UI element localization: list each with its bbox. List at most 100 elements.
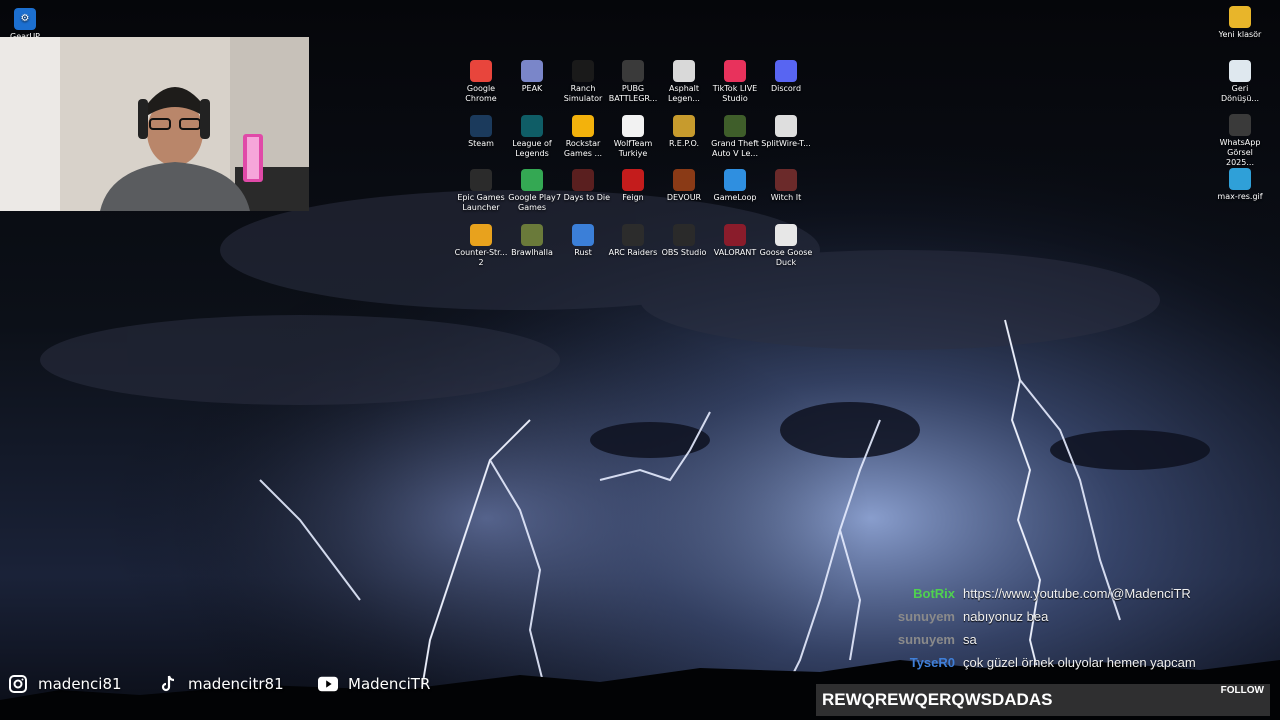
- brawlhalla-icon: [521, 224, 543, 246]
- league-of-legends-icon: [521, 115, 543, 137]
- desktop-icon-label: WhatsApp Görsel 2025...: [1219, 138, 1261, 167]
- desktop-icon-label: Epic Games Launcher: [457, 193, 505, 212]
- 7-days-to-die-icon: [572, 169, 594, 191]
- folder-icon: [1229, 6, 1251, 28]
- desktop-icon-label: Steam: [468, 139, 494, 148]
- webcam-overlay: [0, 37, 309, 211]
- desktop-icon-label: ARC Raiders: [608, 248, 658, 257]
- desktop-icon-asphalt[interactable]: Asphalt Legen...: [656, 60, 712, 104]
- social-handle: madenci81: [38, 675, 122, 693]
- desktop-icon-brawlhalla[interactable]: Brawlhalla: [504, 224, 560, 258]
- desktop-icon-chrome[interactable]: Google Chrome: [453, 60, 509, 104]
- desktop-icon-rockstar[interactable]: Rockstar Games ...: [555, 115, 611, 159]
- desktop-icon-discord[interactable]: Discord: [758, 60, 814, 94]
- google-play-games-icon: [521, 169, 543, 191]
- desktop-icon-label: Witch It: [770, 193, 802, 202]
- desktop-icon-label: Discord: [770, 84, 802, 93]
- chat-message: BotRix https://www.youtube.com/@MadenciT…: [880, 586, 1191, 608]
- desktop-icon-label: Asphalt Legen...: [668, 84, 700, 103]
- tiktok-icon: [158, 674, 178, 694]
- desktop-icon-label: Counter-Str... 2: [454, 248, 508, 267]
- desktop-icon-label: R.E.P.O.: [668, 139, 700, 148]
- desktop-icon-gameloop[interactable]: GameLoop: [707, 169, 763, 203]
- desktop-icon-rust[interactable]: Rust: [555, 224, 611, 258]
- desktop-icon-label: Feign: [622, 193, 644, 202]
- desktop-icon-repo[interactable]: R.E.P.O.: [656, 115, 712, 149]
- desktop-icon-label: Rust: [574, 248, 592, 257]
- pubg-icon: [622, 60, 644, 82]
- desktop-icon-label: League of Legends: [512, 139, 552, 158]
- chat-username: TyseR0: [909, 655, 955, 670]
- desktop-icon-goose-goose-duck[interactable]: Goose Goose Duck: [758, 224, 814, 268]
- ranch-simulator-icon: [572, 60, 594, 82]
- desktop-icon-folder[interactable]: Yeni klasör: [1212, 6, 1268, 40]
- desktop-icon-label: Brawlhalla: [511, 248, 553, 257]
- desktop-icon-recycle-bin[interactable]: Geri Dönüşü...: [1212, 60, 1268, 104]
- desktop-icon-label: TikTok LIVE Studio: [712, 84, 758, 103]
- desktop-icon-splitwire[interactable]: SplitWire-T...: [758, 115, 814, 149]
- desktop-icon-epic-games[interactable]: Epic Games Launcher: [453, 169, 509, 213]
- desktop-icon-label: max-res.gif: [1217, 192, 1263, 201]
- devour-icon: [673, 169, 695, 191]
- goose-goose-duck-icon: [775, 224, 797, 246]
- witch-it-icon: [775, 169, 797, 191]
- chat-text: https://www.youtube.com/@MadenciTR: [963, 586, 1191, 601]
- obs-icon: [673, 224, 695, 246]
- desktop-icon-label: Geri Dönüşü...: [1220, 84, 1260, 103]
- desktop-icon-feign[interactable]: Feign: [605, 169, 661, 203]
- desktop-icon-obs[interactable]: OBS Studio: [656, 224, 712, 258]
- repo-icon: [673, 115, 695, 137]
- rockstar-icon: [572, 115, 594, 137]
- desktop-icon-file[interactable]: WolfTeam Turkiye: [605, 115, 661, 159]
- edge-gif-icon: [1229, 168, 1251, 190]
- desktop-icon-tiktok-live[interactable]: TikTok LIVE Studio: [707, 60, 763, 104]
- desktop-icon-counter-strike[interactable]: Counter-Str... 2: [453, 224, 509, 268]
- desktop-icon-7-days-to-die[interactable]: 7 Days to Die: [555, 169, 611, 203]
- peak-icon: [521, 60, 543, 82]
- desktop-icon-label: OBS Studio: [661, 248, 707, 257]
- desktop-icon-label: Yeni klasör: [1218, 30, 1262, 39]
- gameloop-icon: [724, 169, 746, 191]
- desktop-icon-witch-it[interactable]: Witch It: [758, 169, 814, 203]
- desktop-icon-steam[interactable]: Steam: [453, 115, 509, 149]
- social-handles-bar: madenci81 madencitr81 MadenciTR: [0, 668, 460, 700]
- desktop-icon-label: 7 Days to Die: [555, 193, 611, 202]
- desktop-icon-image-file[interactable]: WhatsApp Görsel 2025...: [1212, 114, 1268, 168]
- desktop-icon-label: Google Play Games: [508, 193, 556, 212]
- desktop-icon-label: Google Chrome: [465, 84, 497, 103]
- desktop-icon-label: Goose Goose Duck: [759, 248, 813, 267]
- discord-icon: [775, 60, 797, 82]
- desktop-icon-label: PEAK: [521, 84, 543, 93]
- chat-username: BotRix: [913, 586, 955, 601]
- desktop-icon-label: SplitWire-T...: [761, 139, 811, 148]
- desktop-icon-label: VALORANT: [713, 248, 757, 257]
- youtube-icon: [318, 674, 338, 694]
- desktop-icon-peak[interactable]: PEAK: [504, 60, 560, 94]
- file-icon: [622, 115, 644, 137]
- social-tiktok: madencitr81: [158, 668, 284, 700]
- desktop-icon-arc-raiders[interactable]: ARC Raiders: [605, 224, 661, 258]
- chat-message: sunuyem sa: [880, 632, 977, 654]
- steam-icon: [470, 115, 492, 137]
- tiktok-live-icon: [724, 60, 746, 82]
- desktop-icon-google-play-games[interactable]: Google Play Games: [504, 169, 560, 213]
- desktop-icon-label: Ranch Simulator: [563, 84, 603, 103]
- desktop-icon-label: Grand Theft Auto V Le...: [711, 139, 759, 158]
- splitwire-icon: [775, 115, 797, 137]
- desktop-icon-edge-gif[interactable]: max-res.gif: [1212, 168, 1268, 202]
- valorant-icon: [724, 224, 746, 246]
- desktop-icon-valorant[interactable]: VALORANT: [707, 224, 763, 258]
- chat-message: sunuyem nabıyonuz bea: [880, 609, 1048, 631]
- arc-raiders-icon: [622, 224, 644, 246]
- desktop-icon-devour[interactable]: DEVOUR: [656, 169, 712, 203]
- social-youtube: MadenciTR: [318, 668, 430, 700]
- desktop-icon-label: DEVOUR: [666, 193, 702, 202]
- social-handle: madencitr81: [188, 675, 284, 693]
- asphalt-icon: [673, 60, 695, 82]
- desktop-icon-pubg[interactable]: PUBG BATTLEGR...: [605, 60, 661, 104]
- feign-icon: [622, 169, 644, 191]
- gta-icon: [724, 115, 746, 137]
- desktop-icon-league-of-legends[interactable]: League of Legends: [504, 115, 560, 159]
- desktop-icon-gta[interactable]: Grand Theft Auto V Le...: [707, 115, 763, 159]
- desktop-icon-ranch-simulator[interactable]: Ranch Simulator: [555, 60, 611, 104]
